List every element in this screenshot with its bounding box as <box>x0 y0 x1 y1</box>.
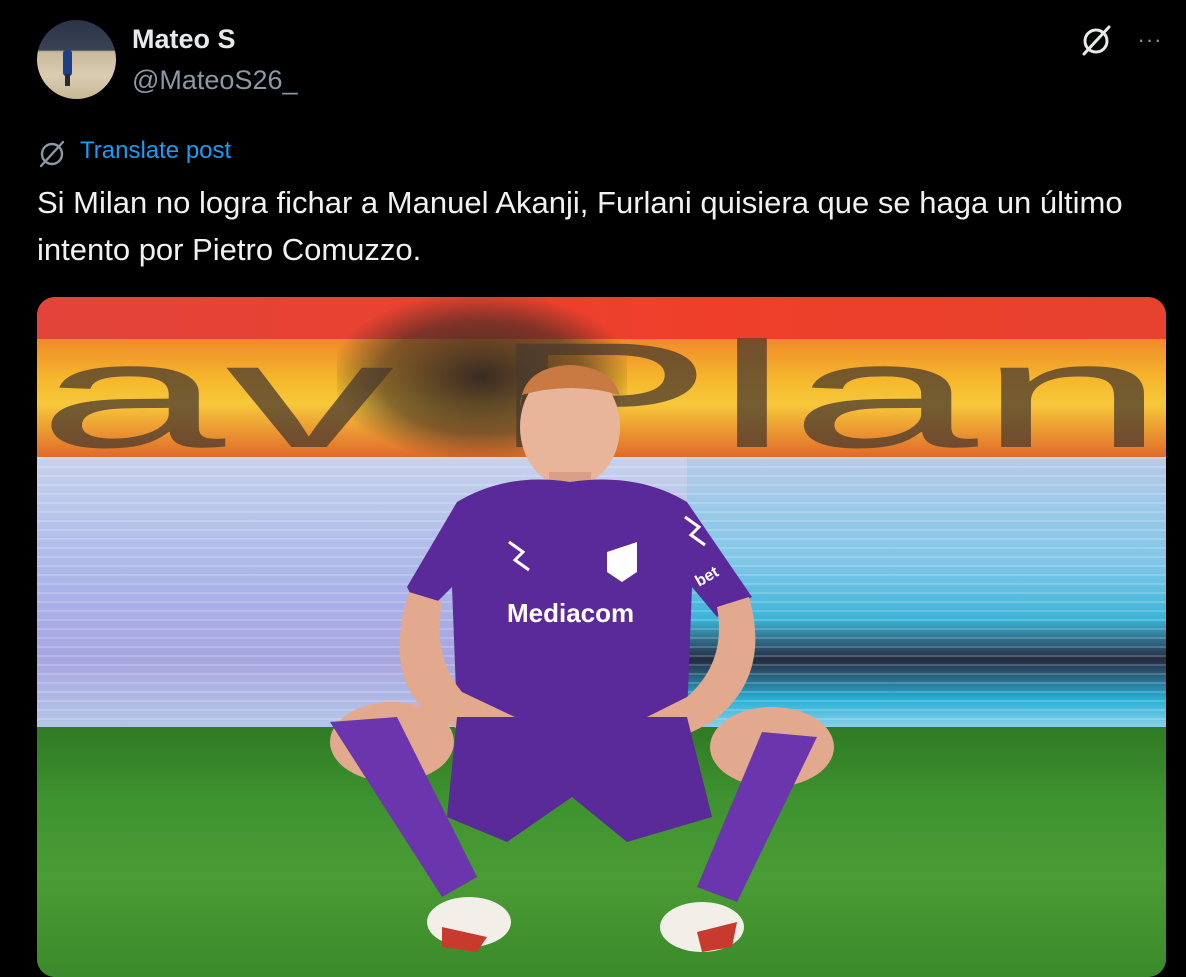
slashed-circle-icon[interactable] <box>1079 24 1113 58</box>
post: Mateo S @MateoS26_ ··· Translate post Si… <box>0 0 1186 977</box>
jersey-sponsor: Mediacom <box>507 598 634 628</box>
author-name[interactable]: Mateo S <box>132 24 236 55</box>
post-image[interactable]: av Plan Mediacom bet <box>37 297 1166 977</box>
avatar[interactable] <box>37 20 116 99</box>
author-handle[interactable]: @MateoS26_ <box>132 65 298 96</box>
translate-post-link[interactable]: Translate post <box>80 137 231 165</box>
translate-icon[interactable] <box>37 138 67 168</box>
post-text: Si Milan no logra fichar a Manuel Akanji… <box>37 185 1123 267</box>
more-options-button[interactable]: ··· <box>1133 26 1167 54</box>
player-figure: Mediacom bet <box>330 365 834 952</box>
